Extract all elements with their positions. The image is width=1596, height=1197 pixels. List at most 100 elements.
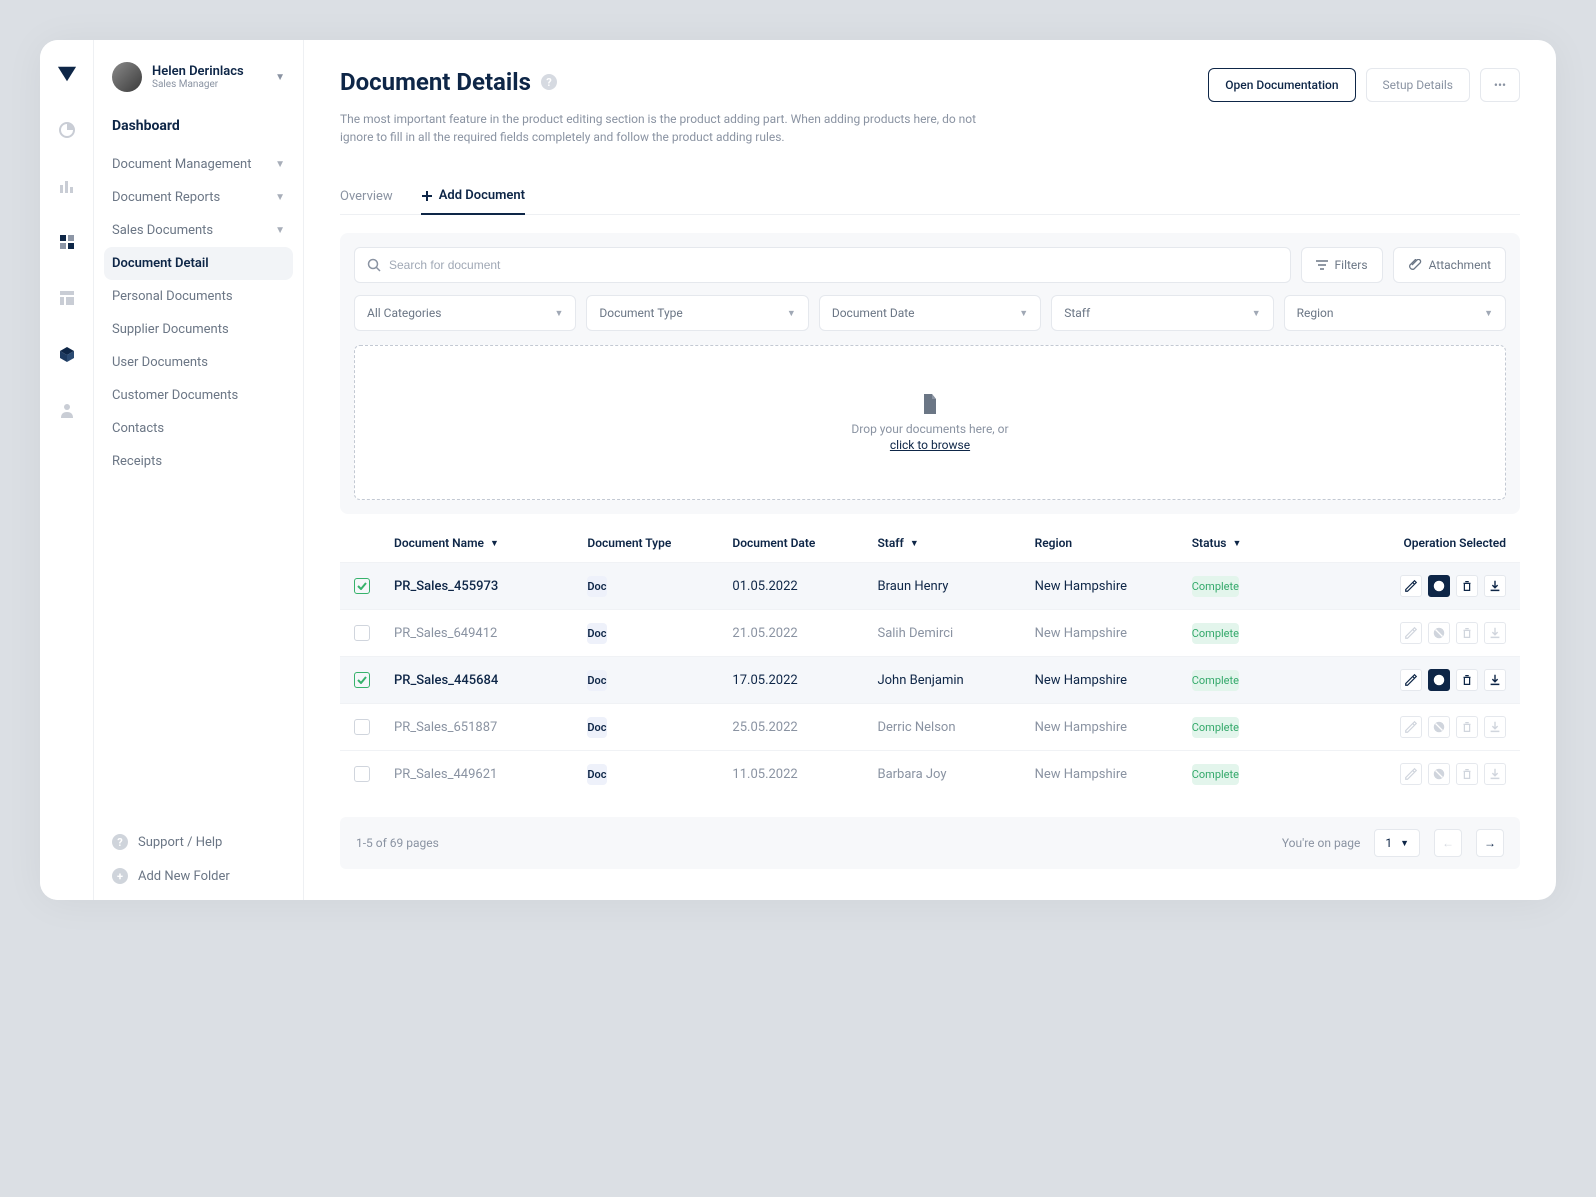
cell-type: Doc [587,764,606,785]
filters-button[interactable]: Filters [1301,247,1383,283]
add-folder-button[interactable]: + Add New Folder [112,868,285,884]
cell-date: 11.05.2022 [732,767,877,782]
delete-button[interactable] [1456,763,1478,785]
bar-chart-icon[interactable] [57,176,77,196]
th-region: Region [1035,536,1192,550]
download-button[interactable] [1484,575,1506,597]
sidebar-item[interactable]: Document Management ▼ [94,148,303,181]
sidebar-item-label: Contacts [112,421,164,436]
filter-select[interactable]: Region▼ [1284,295,1506,331]
sidebar-item-label: Customer Documents [112,388,238,403]
edit-button[interactable] [1400,716,1422,738]
sidebar-item[interactable]: Sales Documents ▼ [94,214,303,247]
next-page-button[interactable]: → [1476,829,1504,857]
edit-button[interactable] [1400,763,1422,785]
cell-region: New Hampshire [1035,767,1192,782]
filter-icon [1316,260,1328,270]
cancel-button[interactable] [1428,575,1450,597]
document-icon [922,394,938,414]
nav-heading: Dashboard [94,118,303,134]
filter-select-label: Region [1297,306,1334,320]
sidebar-item[interactable]: Customer Documents [94,379,303,412]
cancel-button[interactable] [1428,716,1450,738]
dropzone[interactable]: Drop your documents here, or click to br… [354,345,1506,500]
cell-region: New Hampshire [1035,673,1192,688]
filter-select[interactable]: Staff▼ [1051,295,1273,331]
sidebar-item[interactable]: Document Detail [104,247,293,280]
plus-icon [421,190,433,202]
cell-type: Doc [587,717,606,738]
th-status[interactable]: Status▼ [1192,536,1337,550]
tab-add-document[interactable]: Add Document [421,178,525,215]
cell-date: 25.05.2022 [732,720,877,735]
search-box [354,247,1291,283]
chevron-down-icon: ▼ [275,225,285,236]
download-button[interactable] [1484,622,1506,644]
filter-select[interactable]: All Categories▼ [354,295,576,331]
th-ops: Operation Selected [1337,536,1506,550]
cell-status: Complete [1192,576,1239,597]
support-link[interactable]: ? Support / Help [112,834,285,850]
edit-button[interactable] [1400,622,1422,644]
filter-select[interactable]: Document Type▼ [586,295,808,331]
row-checkbox[interactable] [354,719,370,735]
tab-overview[interactable]: Overview [340,178,393,214]
pie-icon[interactable] [57,120,77,140]
prev-page-button[interactable]: ← [1434,829,1462,857]
delete-button[interactable] [1456,716,1478,738]
open-documentation-button[interactable]: Open Documentation [1208,68,1355,102]
sidebar-item[interactable]: User Documents [94,346,303,379]
cell-date: 21.05.2022 [732,626,877,641]
row-checkbox[interactable] [354,578,370,594]
attachment-button[interactable]: Attachment [1393,247,1506,283]
sidebar-item-label: Document Management [112,157,251,172]
cell-type: Doc [587,670,606,691]
filter-select-label: All Categories [367,306,441,320]
th-date: Document Date [732,536,877,550]
cancel-button[interactable] [1428,622,1450,644]
download-button[interactable] [1484,716,1506,738]
help-icon[interactable]: ? [541,74,557,90]
cell-name: PR_Sales_445684 [394,673,587,688]
sidebar-item[interactable]: Document Reports▼ [94,181,303,214]
edit-button[interactable] [1400,575,1422,597]
page-number: 1 [1385,836,1392,850]
delete-button[interactable] [1456,622,1478,644]
sidebar-item-label: Sales Documents [112,223,213,238]
row-checkbox[interactable] [354,625,370,641]
table-row: PR_Sales_445684 Doc 17.05.2022 John Benj… [340,656,1520,703]
delete-button[interactable] [1456,575,1478,597]
sidebar-item[interactable]: Personal Documents [94,280,303,313]
th-staff[interactable]: Staff▼ [877,536,1034,550]
user-icon[interactable] [57,400,77,420]
more-button[interactable]: ••• [1480,68,1520,102]
sidebar-item[interactable]: Contacts [94,412,303,445]
row-checkbox[interactable] [354,672,370,688]
edit-button[interactable] [1400,669,1422,691]
setup-details-button[interactable]: Setup Details [1366,68,1470,102]
filter-select[interactable]: Document Date▼ [819,295,1041,331]
table-row: PR_Sales_649412 Doc 21.05.2022 Salih Dem… [340,609,1520,656]
sidebar-item[interactable]: Receipts [94,445,303,478]
download-button[interactable] [1484,763,1506,785]
sidebar: Helen Derinlacs Sales Manager ▼ Dashboar… [94,40,304,900]
row-checkbox[interactable] [354,766,370,782]
logo-icon[interactable] [57,64,77,84]
grid-icon[interactable] [57,232,77,252]
chevron-down-icon: ▼ [275,159,285,170]
cancel-button[interactable] [1428,763,1450,785]
download-button[interactable] [1484,669,1506,691]
sidebar-item-label: Personal Documents [112,289,233,304]
layout-icon[interactable] [57,288,77,308]
box-icon[interactable] [57,344,77,364]
delete-button[interactable] [1456,669,1478,691]
search-input[interactable] [389,258,1278,272]
dropzone-browse-link[interactable]: click to browse [890,438,970,452]
sidebar-item[interactable]: Supplier Documents [94,313,303,346]
search-icon [367,258,381,272]
page-select[interactable]: 1 ▼ [1374,829,1420,857]
user-menu[interactable]: Helen Derinlacs Sales Manager ▼ [94,62,303,92]
th-name[interactable]: Document Name▼ [394,536,587,550]
cancel-button[interactable] [1428,669,1450,691]
cell-name: PR_Sales_449621 [394,767,587,782]
